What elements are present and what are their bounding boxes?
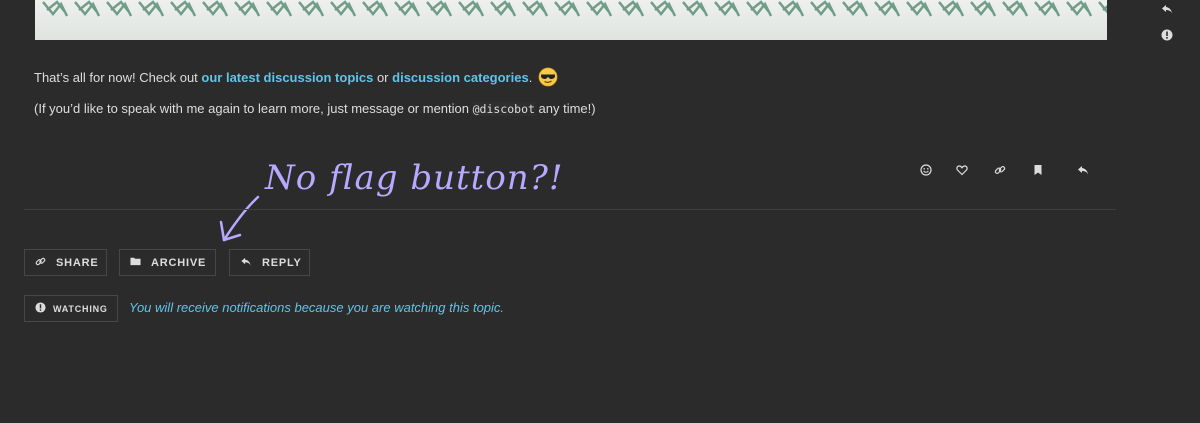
banner-motif (1034, 0, 1061, 17)
banner-motif (1098, 1, 1107, 14)
banner-motif (234, 0, 261, 17)
post-text: . (528, 69, 533, 85)
banner-motif (522, 0, 549, 17)
banner-motif (746, 0, 773, 17)
post-paragraph: That’s all for now! Check out our latest… (34, 67, 558, 90)
smile-icon[interactable] (916, 160, 936, 180)
notification-reason-text: You will receive notifications because y… (129, 300, 505, 315)
archive-button[interactable]: ARCHIVE (119, 249, 216, 276)
share-label: SHARE (56, 256, 99, 269)
banner-motif (618, 0, 645, 17)
banner-motif (970, 0, 997, 17)
banner-motif (714, 0, 741, 17)
banner-motif (938, 0, 965, 17)
banner-motif (650, 0, 677, 17)
sunglasses-emoji (538, 67, 558, 90)
banner-motif (394, 0, 421, 17)
banner-motif (74, 0, 101, 17)
banner-motif (842, 0, 869, 17)
banner-motif (426, 0, 453, 17)
reply-icon[interactable] (1073, 160, 1093, 180)
reply-button[interactable]: REPLY (229, 249, 310, 276)
archive-label: ARCHIVE (151, 256, 207, 269)
post-text: or (373, 69, 393, 85)
link-icon[interactable] (990, 160, 1010, 180)
banner-motif (810, 0, 837, 17)
latest-topics-link[interactable]: our latest discussion topics (201, 70, 373, 85)
annotation-text: No flag button?! (265, 158, 564, 198)
banner-motif (1002, 0, 1029, 17)
banner-motif (170, 0, 197, 17)
info-icon[interactable] (1158, 26, 1176, 44)
reply-icon[interactable] (1158, 0, 1176, 18)
banner-motif (554, 0, 581, 17)
banner-motif (490, 0, 517, 17)
post-text: any time!) (534, 101, 596, 116)
heart-icon[interactable] (952, 160, 972, 180)
reply-icon (240, 256, 252, 270)
categories-link[interactable]: discussion categories (392, 70, 529, 85)
banner-motif (298, 0, 325, 17)
banner-motif (138, 0, 165, 17)
banner-motif (586, 0, 613, 17)
share-button[interactable]: SHARE (24, 249, 107, 276)
info-icon (35, 302, 46, 315)
post-paragraph: (If you’d like to speak with me again to… (34, 101, 596, 116)
post-action-bar (0, 160, 1200, 180)
discobot-mention[interactable]: @discobot (472, 102, 535, 116)
banner-motif (42, 0, 69, 17)
banner-motif (106, 0, 133, 17)
banner-motif (874, 0, 901, 17)
post-text: (If you’d like to speak with me again to… (34, 101, 473, 116)
notification-level-button[interactable]: WATCHING (24, 295, 118, 322)
banner-motif (458, 0, 485, 17)
divider (24, 209, 1116, 210)
banner-motif (1066, 0, 1093, 17)
annotation-arrow-icon (210, 160, 270, 255)
link-icon (35, 256, 46, 270)
bookmark-icon[interactable] (1028, 160, 1048, 180)
banner-motif (682, 0, 709, 17)
banner-motif (330, 0, 357, 17)
banner-motif (266, 0, 293, 17)
folder-icon (130, 256, 141, 269)
banner-motif (906, 0, 933, 17)
banner-motif (202, 0, 229, 17)
reply-label: REPLY (262, 256, 302, 269)
watching-label: WATCHING (53, 303, 108, 314)
banner-motif (362, 0, 389, 17)
banner-motif (778, 0, 805, 17)
post-text: That’s all for now! Check out (34, 69, 202, 85)
decorative-pattern-banner (35, 0, 1107, 40)
